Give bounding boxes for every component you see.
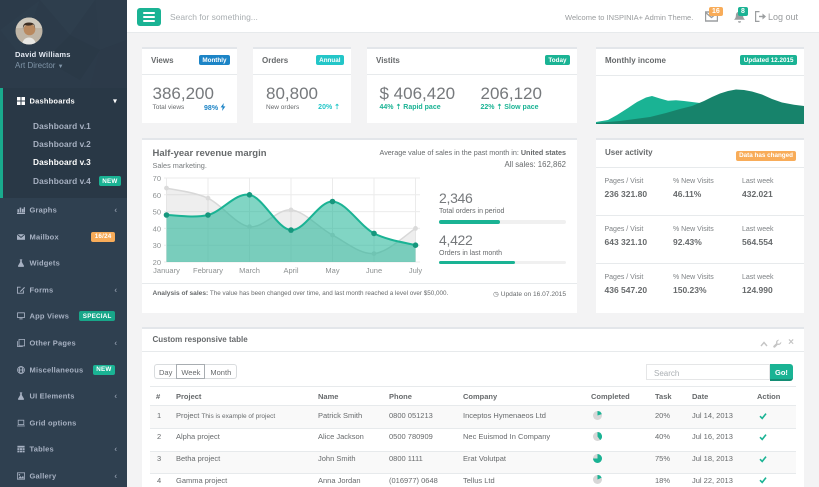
svg-text:January: January bbox=[153, 266, 180, 275]
svg-text:March: March bbox=[239, 266, 260, 275]
svg-text:40: 40 bbox=[153, 224, 161, 233]
svg-text:30: 30 bbox=[153, 241, 161, 250]
svg-text:60: 60 bbox=[153, 191, 161, 200]
svg-text:50: 50 bbox=[153, 208, 161, 217]
svg-text:July: July bbox=[409, 266, 423, 275]
svg-text:70: 70 bbox=[153, 174, 161, 183]
svg-text:February: February bbox=[193, 266, 223, 275]
svg-text:June: June bbox=[366, 266, 382, 275]
svg-text:April: April bbox=[283, 266, 298, 275]
svg-text:May: May bbox=[325, 266, 339, 275]
